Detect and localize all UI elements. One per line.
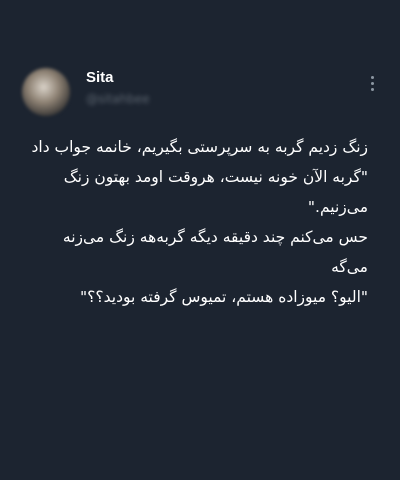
tweet-text: زنگ زدیم گربه به سرپرستی بگیریم، خانمه ج… bbox=[22, 132, 369, 312]
tweet-paragraph-1: زنگ زدیم گربه به سرپرستی بگیریم، خانمه ج… bbox=[31, 138, 369, 216]
tweet-paragraph-3: "الیو؟ میوزاده هستم، تمیوس گرفته بودید؟؟… bbox=[80, 288, 368, 306]
author-display-name[interactable]: Sita bbox=[86, 68, 114, 88]
more-vertical-icon bbox=[370, 75, 374, 91]
author-handle[interactable]: @sitahbee bbox=[86, 92, 150, 106]
tweet-card: Sita @sitahbee زنگ زدیم گربه به سرپرستی … bbox=[0, 0, 400, 480]
more-options-button[interactable] bbox=[360, 70, 384, 96]
tweet-paragraph-2: حس می‌کنم چند دقیقه دیگه گربه‌هه زنگ می‌… bbox=[62, 228, 368, 276]
avatar[interactable] bbox=[22, 68, 70, 116]
